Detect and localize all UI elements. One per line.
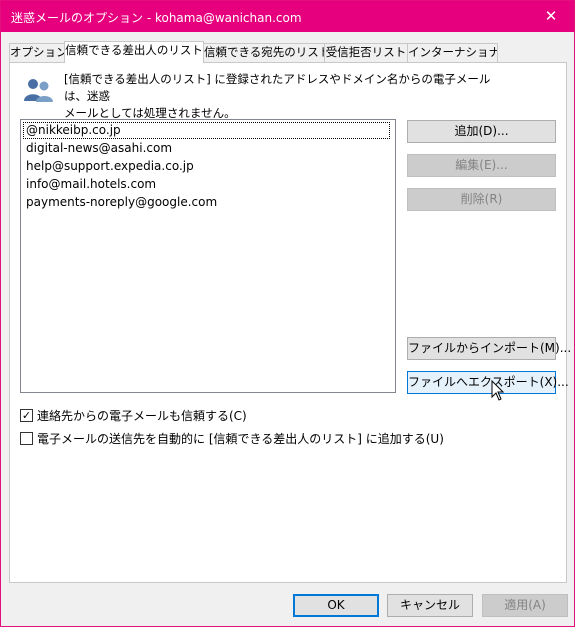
- list-item[interactable]: help@support.expedia.co.jp: [23, 158, 194, 175]
- junk-mail-options-dialog: 迷惑メールのオプション - kohama@wanichan.com ✕ オプショ…: [0, 0, 575, 627]
- title-bar: 迷惑メールのオプション - kohama@wanichan.com ✕: [1, 1, 574, 32]
- tab-international[interactable]: インターナショナル: [407, 43, 498, 62]
- tab-blocked-senders[interactable]: 受信拒否リスト: [324, 43, 408, 62]
- list-item[interactable]: payments-noreply@google.com: [23, 194, 217, 211]
- info-text: [信頼できる差出人のリスト] に登録されたアドレスやドメイン名からの電子メールは…: [64, 71, 504, 122]
- mouse-cursor-icon: [491, 380, 505, 401]
- auto-add-checkbox[interactable]: [20, 432, 33, 445]
- import-button[interactable]: ファイルからインポート(M)...: [407, 337, 571, 360]
- delete-button[interactable]: 削除(R): [407, 188, 556, 211]
- safe-senders-list[interactable]: @nikkeibp.co.jp digital-news@asahi.com h…: [20, 119, 396, 393]
- add-button[interactable]: 追加(D)...: [407, 120, 556, 143]
- cancel-button[interactable]: キャンセル: [387, 594, 473, 617]
- info-line-1: [信頼できる差出人のリスト] に登録されたアドレスやドメイン名からの電子メールは…: [64, 72, 491, 103]
- window-title: 迷惑メールのオプション - kohama@wanichan.com: [11, 11, 302, 25]
- trust-contacts-checkbox[interactable]: ✓: [20, 409, 33, 422]
- ok-button[interactable]: OK: [293, 594, 379, 617]
- tab-safe-senders[interactable]: 信頼できる差出人のリスト: [64, 41, 204, 63]
- close-icon[interactable]: ✕: [528, 1, 574, 32]
- list-item[interactable]: @nikkeibp.co.jp: [23, 122, 390, 139]
- tab-safe-recipients[interactable]: 信頼できる宛先のリスト: [203, 43, 325, 62]
- trust-contacts-label: 連絡先からの電子メールも信頼する(C): [37, 409, 247, 423]
- people-icon: [24, 79, 53, 102]
- list-item[interactable]: digital-news@asahi.com: [23, 140, 172, 157]
- safe-senders-panel: [信頼できる差出人のリスト] に登録されたアドレスやドメイン名からの電子メールは…: [9, 62, 571, 583]
- apply-button[interactable]: 適用(A): [482, 594, 568, 617]
- tab-options[interactable]: オプション: [9, 43, 65, 62]
- export-button[interactable]: ファイルへエクスポート(X)...: [407, 371, 569, 394]
- list-item[interactable]: info@mail.hotels.com: [23, 176, 156, 193]
- edit-button[interactable]: 編集(E)...: [407, 154, 556, 177]
- auto-add-label: 電子メールの送信先を自動的に [信頼できる差出人のリスト] に追加する(U): [37, 432, 444, 446]
